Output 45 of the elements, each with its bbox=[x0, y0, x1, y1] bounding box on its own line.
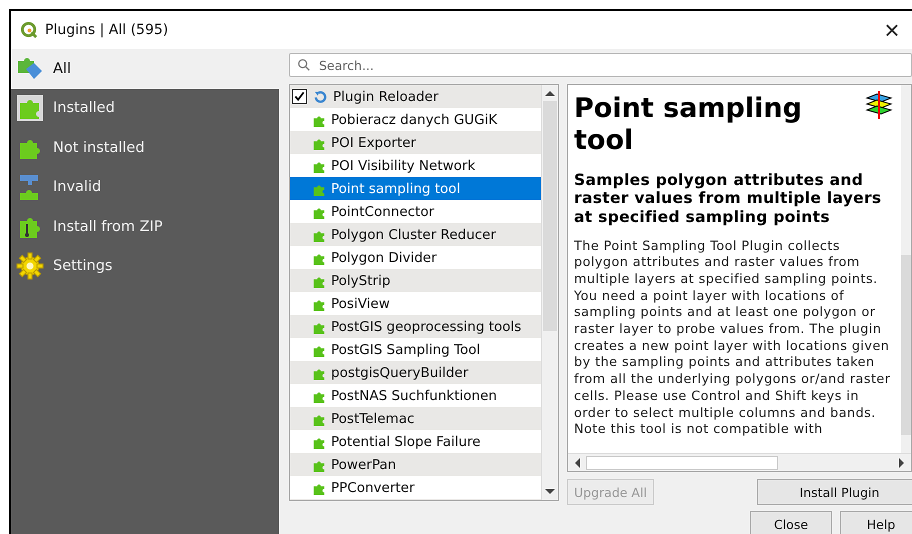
sidebar-item[interactable]: Invalid bbox=[11, 168, 279, 207]
plugin-row[interactable]: PPConverter bbox=[290, 476, 541, 499]
plugin-row[interactable]: Potential Slope Failure bbox=[290, 430, 541, 453]
plugin-row[interactable]: PostTelemac bbox=[290, 407, 541, 430]
search-field[interactable]: Search... bbox=[289, 53, 912, 77]
sidebar-item[interactable]: Not installed bbox=[11, 128, 279, 168]
plugin-row[interactable]: Pobieracz danych GUGiK bbox=[290, 108, 541, 131]
search-icon bbox=[297, 58, 311, 72]
sidebar-item[interactable]: Install from ZIP bbox=[11, 207, 279, 246]
window-title: Plugins | All (595) bbox=[45, 22, 168, 38]
plugin-row[interactable]: POI Visibility Network bbox=[290, 154, 541, 177]
scrollbar-thumb[interactable] bbox=[901, 255, 911, 435]
install-plugin-button[interactable]: Install Plugin bbox=[757, 479, 912, 505]
help-button[interactable]: Help bbox=[840, 511, 912, 534]
plugin-title: Point sampling tool bbox=[574, 93, 803, 157]
scroll-left-icon[interactable] bbox=[574, 458, 580, 468]
plugin-row[interactable]: PosiView bbox=[290, 292, 541, 315]
sidebar-item[interactable]: Settings bbox=[11, 246, 279, 286]
plugin-row[interactable]: PolyStrip bbox=[290, 269, 541, 292]
plugin-row[interactable]: PostGIS Sampling Tool bbox=[290, 338, 541, 361]
close-button[interactable]: Close bbox=[750, 511, 832, 534]
plugin-row[interactable]: PostNAS Suchfunktionen bbox=[290, 384, 541, 407]
scroll-right-icon[interactable] bbox=[899, 458, 905, 468]
gear-icon bbox=[16, 252, 44, 280]
plugin-row[interactable]: POI Exporter bbox=[290, 131, 541, 154]
plugin-description: The Point Sampling Tool Plugin collects polygon attributes and raster values from multiple layers at specified sampling points. You need a point layer with locations of sampling points and at least one polygon or raster layer to probe values from. The plugin creates a new point layer with locations given by the sampling points and attributes taken from all the underlying polygons or/and raster cells. Please use Control and Shift keys in order to select multiple columns and bands. Note this tool is not compatible with bbox=[574, 238, 892, 439]
installed-puzzle-icon bbox=[16, 94, 44, 122]
plugin-row[interactable]: Polygon Cluster Reducer bbox=[290, 223, 541, 246]
qgis-logo-icon bbox=[20, 20, 39, 40]
plugin-row[interactable]: Point sampling tool bbox=[290, 177, 541, 200]
reload-icon bbox=[313, 89, 328, 104]
sidebar-item[interactable]: Installed bbox=[11, 88, 279, 128]
checkbox[interactable] bbox=[292, 89, 307, 104]
sidebar-item[interactable]: All bbox=[11, 49, 279, 88]
plugin-row[interactable]: PointConnector bbox=[290, 200, 541, 223]
scrollbar-thumb[interactable] bbox=[586, 456, 778, 470]
plugin-row[interactable]: PostGIS geoprocessing tools bbox=[290, 315, 541, 338]
plugin-row[interactable]: postgisQueryBuilder bbox=[290, 361, 541, 384]
plugin-summary: Samples polygon attributes and raster values from multiple layers at specified sampling points bbox=[574, 170, 882, 226]
plugin-row[interactable]: Polygon Divider bbox=[290, 246, 541, 269]
plugin-row[interactable]: Plugin Reloader bbox=[290, 85, 541, 108]
close-button[interactable]: × bbox=[872, 17, 912, 43]
scrollbar-thumb[interactable] bbox=[543, 101, 557, 331]
layers-icon bbox=[863, 89, 895, 121]
plugin-row[interactable]: PowerPan bbox=[290, 453, 541, 476]
